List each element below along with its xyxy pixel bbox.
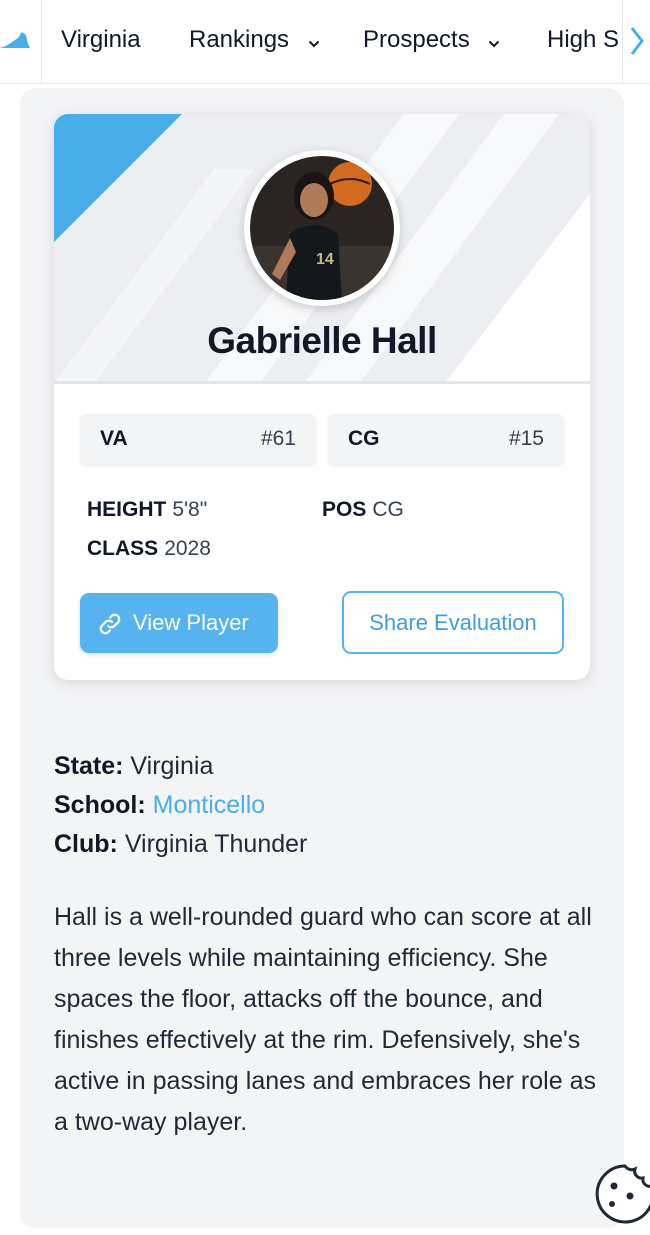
position-code: CG [348, 427, 380, 450]
link-icon [99, 613, 121, 635]
share-evaluation-button[interactable]: Share Evaluation [342, 591, 564, 654]
player-avatar: 14 [244, 150, 400, 306]
nav-item-rankings[interactable]: Rankings [189, 20, 320, 60]
position-value: CG [372, 498, 404, 521]
player-card: 14 Gabrielle Hall VA #61 CG #15 HEIGHT 5'… [54, 114, 590, 680]
state-label: State: [54, 752, 124, 780]
height-label: HEIGHT [87, 498, 167, 521]
position-label: POS [322, 498, 367, 521]
club-value: Virginia Thunder [124, 830, 308, 858]
club-detail: Club: Virginia Thunder [54, 827, 307, 861]
nav-item-high-school[interactable]: High S [547, 20, 619, 60]
position-rank-badge: CG #15 [328, 414, 564, 464]
class-value: 2028 [164, 537, 211, 560]
class-label: CLASS [87, 537, 159, 560]
state-rank: #61 [260, 427, 296, 450]
position-rank: #15 [508, 427, 544, 450]
class-stat: CLASS 2028 [87, 535, 211, 563]
chevron-right-icon [630, 27, 644, 55]
player-name: Gabrielle Hall [207, 320, 437, 361]
school-label: School: [54, 791, 146, 819]
cookie-icon[interactable] [590, 1160, 650, 1230]
school-link[interactable]: Monticello [153, 791, 266, 819]
top-navigation: Virginia Rankings Prospects High S [0, 0, 650, 84]
state-value: Virginia [130, 752, 214, 780]
virginia-state-icon[interactable] [0, 0, 42, 83]
player-photo: 14 [250, 156, 394, 300]
nav-item-virginia[interactable]: Virginia [61, 20, 141, 60]
state-rank-badge: VA #61 [80, 414, 316, 464]
nav-scroll-right-button[interactable] [622, 0, 650, 83]
state-code: VA [100, 427, 128, 450]
view-player-button[interactable]: View Player [80, 593, 278, 653]
state-detail: State: Virginia [54, 749, 213, 783]
card-header: 14 Gabrielle Hall [54, 114, 590, 384]
nav-item-label: High S [547, 26, 620, 53]
share-evaluation-label: Share Evaluation [369, 610, 537, 635]
club-label: Club: [54, 830, 118, 858]
nav-item-label: Rankings [189, 26, 290, 53]
chevron-down-icon [488, 21, 500, 61]
chevron-down-icon [308, 21, 320, 61]
player-bio: Hall is a well-rounded guard who can sco… [54, 903, 596, 1136]
svg-text:14: 14 [316, 251, 334, 268]
nav-item-prospects[interactable]: Prospects [363, 20, 500, 60]
height-stat: HEIGHT 5'8" [87, 496, 207, 524]
height-value: 5'8" [172, 498, 208, 521]
view-player-label: View Player [133, 610, 249, 635]
nav-item-label: Prospects [363, 26, 470, 53]
position-stat: POS CG [322, 496, 404, 524]
nav-item-label: Virginia [61, 26, 141, 53]
school-detail: School: Monticello [54, 788, 265, 822]
